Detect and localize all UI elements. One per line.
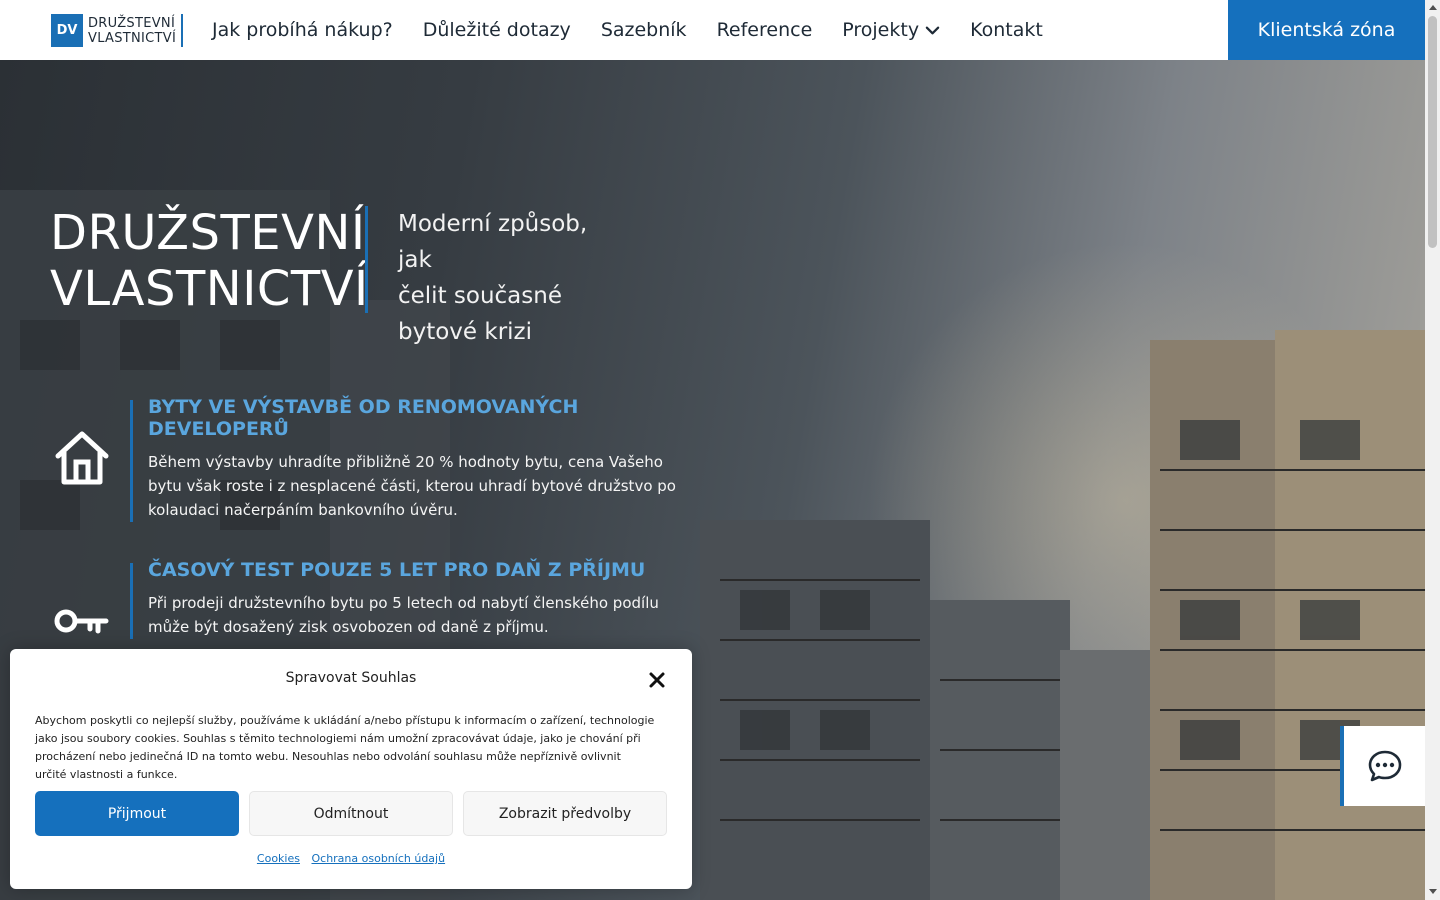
close-icon[interactable] bbox=[648, 671, 666, 689]
feature-title: BYTY VE VÝSTAVBĚ OD RENOMOVANÝCH DEVELOP… bbox=[148, 396, 579, 440]
modal-title: Spravovat Souhlas bbox=[285, 670, 417, 686]
site-logo[interactable]: DV DRUŽSTEVNÍ VLASTNICTVÍ bbox=[51, 14, 184, 47]
house-icon bbox=[55, 431, 109, 485]
preferences-button[interactable]: Zobrazit předvolby bbox=[463, 791, 667, 836]
feature-text: Během výstavby uhradíte přibližně 20 % h… bbox=[148, 453, 676, 519]
site-header: DV DRUŽSTEVNÍ VLASTNICTVÍ Jak probíhá ná… bbox=[0, 0, 1425, 60]
logo-mark: DV bbox=[51, 14, 83, 47]
scroll-down-arrow[interactable] bbox=[1429, 889, 1437, 894]
chat-button[interactable] bbox=[1340, 726, 1425, 806]
scroll-up-arrow[interactable] bbox=[1429, 5, 1437, 10]
accept-button[interactable]: Přijmout bbox=[35, 791, 239, 836]
scroll-thumb[interactable] bbox=[1428, 16, 1437, 248]
logo-divider bbox=[181, 14, 184, 47]
feature-text: Při prodeji družstevního bytu po 5 letec… bbox=[148, 594, 659, 636]
key-icon bbox=[54, 609, 109, 634]
chat-bubble-icon bbox=[1368, 750, 1401, 782]
cookies-link[interactable]: Cookies bbox=[257, 852, 300, 865]
chevron-down-icon bbox=[925, 26, 940, 34]
hero-subtitle-line1: Moderní způsob, jak bbox=[398, 211, 588, 273]
hero-title: DRUŽSTEVNÍ VLASTNICTVÍ bbox=[50, 205, 369, 317]
hero-subtitle: Moderní způsob, jak čelit současné bytov… bbox=[398, 206, 628, 350]
modal-links: Cookies Ochrana osobních údajů bbox=[10, 852, 692, 865]
feature-title: ČASOVÝ TEST POUZE 5 LET PRO DAŇ Z PŘÍJMU bbox=[148, 559, 646, 581]
logo-text-line2: VLASTNICTVÍ bbox=[88, 30, 177, 46]
nav-item-jak-probiha-nakup[interactable]: Jak probíhá nákup? bbox=[212, 19, 393, 41]
cookie-consent-modal: Spravovat Souhlas Abychom poskytli co ne… bbox=[10, 649, 692, 889]
nav-item-projekty[interactable]: Projekty bbox=[842, 19, 940, 41]
hero-title-line1: DRUŽSTEVNÍ bbox=[50, 205, 366, 261]
page-scrollbar[interactable] bbox=[1425, 0, 1440, 900]
feature-item: BYTY VE VÝSTAVBĚ OD RENOMOVANÝCH DEVELOP… bbox=[130, 396, 690, 522]
hero-subtitle-line2: čelit současné bbox=[398, 283, 562, 309]
modal-text: Abychom poskytli co nejlepší služby, pou… bbox=[35, 714, 655, 781]
nav-item-dulezite-dotazy[interactable]: Důležité dotazy bbox=[423, 19, 571, 41]
hero-divider bbox=[365, 206, 368, 313]
hero-subtitle-line3: bytové krizi bbox=[398, 319, 533, 345]
reject-button[interactable]: Odmítnout bbox=[249, 791, 453, 836]
nav-item-kontakt[interactable]: Kontakt bbox=[970, 19, 1043, 41]
main-nav: Jak probíhá nákup? Důležité dotazy Sazeb… bbox=[212, 0, 1073, 60]
hero-title-line2: VLASTNICTVÍ bbox=[50, 261, 369, 317]
nav-item-reference[interactable]: Reference bbox=[717, 19, 813, 41]
privacy-link[interactable]: Ochrana osobních údajů bbox=[311, 852, 445, 865]
logo-text-line1: DRUŽSTEVNÍ bbox=[88, 15, 176, 31]
logo-text: DRUŽSTEVNÍ VLASTNICTVÍ bbox=[88, 16, 176, 46]
nav-item-projekty-label: Projekty bbox=[842, 19, 920, 41]
feature-item: ČASOVÝ TEST POUZE 5 LET PRO DAŇ Z PŘÍJMU… bbox=[130, 559, 690, 639]
client-zone-button[interactable]: Klientská zóna bbox=[1228, 0, 1425, 60]
nav-item-sazebnik[interactable]: Sazebník bbox=[601, 19, 687, 41]
